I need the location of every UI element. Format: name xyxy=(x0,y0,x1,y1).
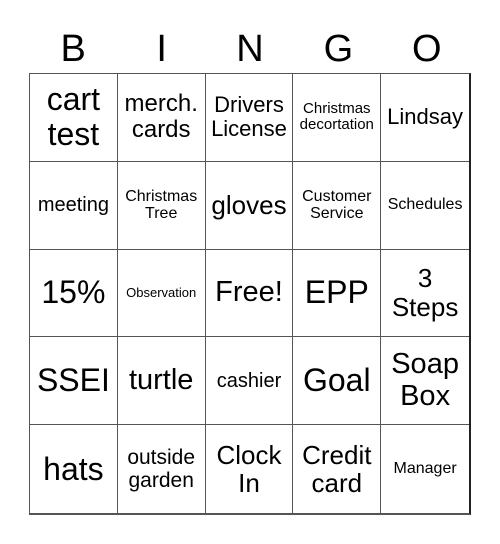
header-letter-o: O xyxy=(412,28,442,70)
bingo-cell[interactable]: cart test xyxy=(30,74,118,162)
bingo-cell[interactable]: Observation xyxy=(117,249,206,338)
bingo-cell[interactable]: merch. cards xyxy=(117,74,206,162)
bingo-cell[interactable]: outside garden xyxy=(118,425,206,513)
bingo-header: B I N G O xyxy=(29,24,471,74)
bingo-cell[interactable]: meeting xyxy=(30,161,118,250)
header-letter-b: B xyxy=(60,28,86,70)
header-letter-n: N xyxy=(236,28,264,70)
bingo-cell[interactable]: cashier xyxy=(205,337,294,426)
bingo-cell[interactable]: Clock In xyxy=(206,425,294,513)
bingo-grid: cart test merch. cards Drivers License C… xyxy=(29,73,471,515)
bingo-cell[interactable]: 15% xyxy=(30,249,118,338)
bingo-cell[interactable]: Goal xyxy=(293,337,382,426)
bingo-cell[interactable]: Soap Box xyxy=(381,337,469,426)
bingo-cell[interactable]: hats xyxy=(30,425,118,513)
bingo-cell[interactable]: Drivers License xyxy=(205,74,294,162)
bingo-cell[interactable]: SSEI xyxy=(30,337,118,426)
bingo-cell[interactable]: 3 Steps xyxy=(381,250,469,338)
header-letter-i: I xyxy=(156,28,167,70)
bingo-cell[interactable]: turtle xyxy=(117,337,206,426)
bingo-cell[interactable]: Customer Service xyxy=(293,161,382,250)
bingo-cell[interactable]: Lindsay xyxy=(381,74,469,162)
bingo-cell[interactable]: Christmas decortation xyxy=(293,74,382,162)
bingo-cell[interactable]: Schedules xyxy=(381,162,469,250)
bingo-cell[interactable]: Credit card xyxy=(293,425,382,513)
bingo-cell[interactable]: Manager xyxy=(381,425,469,513)
free-space-cell[interactable]: Free! xyxy=(205,249,294,338)
bingo-cell[interactable]: Christmas Tree xyxy=(117,161,206,250)
header-letter-g: G xyxy=(323,28,354,70)
bingo-cell[interactable]: EPP xyxy=(293,249,382,338)
bingo-cell[interactable]: gloves xyxy=(205,161,294,250)
